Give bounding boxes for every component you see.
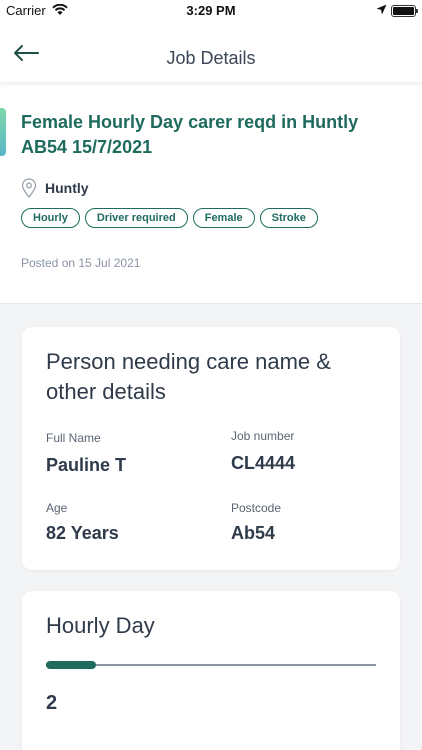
care-details-card: Person needing care name & other details… (22, 327, 400, 570)
care-details-title: Person needing care name & other details (46, 349, 331, 404)
progress-fill (46, 661, 96, 669)
job-number-value: CL4444 (231, 453, 296, 473)
nav-bar: Job Details (0, 22, 422, 82)
hours-progress-bar (46, 661, 376, 669)
hourly-day-card: Hourly Day 2 (22, 591, 400, 750)
hourly-day-title: Hourly Day (46, 613, 155, 638)
hours-value: 2 (46, 692, 58, 714)
location-arrow-icon (376, 4, 387, 15)
postcode-label: Postcode (231, 501, 282, 515)
map-pin-icon (21, 178, 37, 198)
full-name-label: Full Name (46, 431, 101, 445)
age-value: 82 Years (46, 523, 119, 543)
job-header: Female Hourly Day carer reqd in Huntly A… (0, 82, 422, 304)
accent-bar (0, 108, 6, 156)
posted-date: Posted on 15 Jul 2021 (21, 256, 141, 270)
progress-track (46, 664, 376, 666)
battery-icon (391, 5, 418, 17)
full-name-value: Pauline T (46, 455, 127, 475)
page-title: Job Details (166, 48, 256, 68)
tag-hourly: Hourly (21, 208, 80, 228)
tag-driver-required: Driver required (84, 208, 188, 228)
status-time: 3:29 PM (186, 3, 236, 18)
job-number-label: Job number (231, 429, 295, 443)
postcode-value: Ab54 (231, 523, 276, 543)
tag-list: Hourly Driver required Female Stroke (21, 208, 318, 228)
location-label: Huntly (45, 180, 89, 196)
age-label: Age (46, 501, 68, 515)
tag-female: Female (192, 208, 255, 228)
status-bar: Carrier 3:29 PM (0, 0, 422, 22)
job-location: Huntly (21, 178, 89, 198)
job-title: Female Hourly Day carer reqd in Huntly A… (21, 112, 359, 157)
tag-stroke: Stroke (259, 208, 318, 228)
